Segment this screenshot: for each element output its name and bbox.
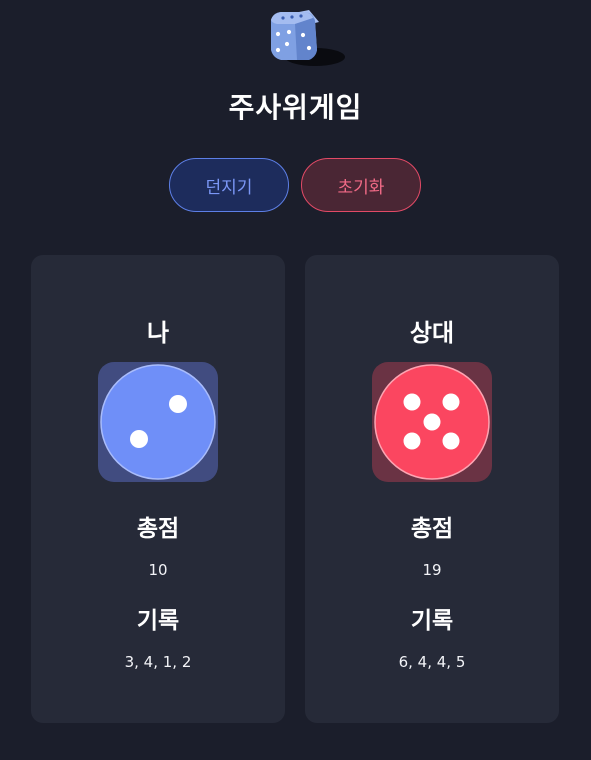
dice-icon xyxy=(271,10,345,66)
player-card-me: 나 총점 10 기록 3, 4, 1, 2 xyxy=(31,255,285,723)
history-value: 3, 4, 1, 2 xyxy=(124,653,192,671)
roll-button[interactable]: 던지기 xyxy=(169,158,289,212)
player-die xyxy=(98,362,218,482)
history-value: 6, 4, 4, 5 xyxy=(398,653,466,671)
total-score-value: 19 xyxy=(422,561,442,579)
opponent-die xyxy=(372,362,492,482)
die-face-five-icon xyxy=(374,364,490,480)
player-name: 나 xyxy=(146,319,170,347)
page-title: 주사위게임 xyxy=(228,91,363,124)
player-card-opponent: 상대 총점 19 기록 6, 4, 4, 5 xyxy=(305,255,559,723)
total-score-value: 10 xyxy=(148,561,168,579)
total-score-label: 총점 xyxy=(410,516,454,542)
history-label: 기록 xyxy=(410,608,454,634)
history-label: 기록 xyxy=(136,608,180,634)
die-face-two-icon xyxy=(100,364,216,480)
reset-button[interactable]: 초기화 xyxy=(301,158,421,212)
opponent-name: 상대 xyxy=(409,319,455,347)
dice-game-app: 주사위게임 던지기 초기화 나 총점 10 기록 3, 4, 1, 2 상대 총… xyxy=(0,0,591,760)
total-score-label: 총점 xyxy=(136,516,180,542)
